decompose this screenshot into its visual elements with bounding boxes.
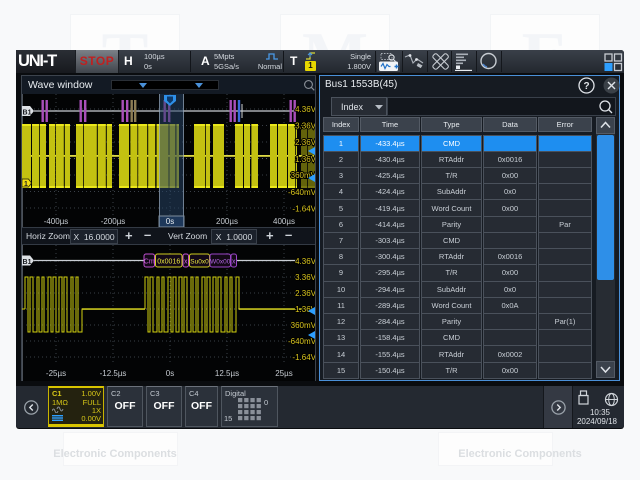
svg-text:-200µs: -200µs <box>101 217 126 226</box>
svg-text:-25µs: -25µs <box>46 369 66 378</box>
svg-text:0s: 0s <box>166 217 174 226</box>
svg-text:0x0016: 0x0016 <box>157 259 180 266</box>
svg-text:200µs: 200µs <box>216 217 238 226</box>
svg-text:x: x <box>232 259 236 266</box>
svg-text:W0x00: W0x00 <box>210 259 231 266</box>
svg-text:12.5µs: 12.5µs <box>215 369 239 378</box>
svg-text:-400µs: -400µs <box>44 217 69 226</box>
svg-text:1: 1 <box>24 181 28 188</box>
svg-text:-640mV: -640mV <box>288 337 315 346</box>
svg-text:400µs: 400µs <box>273 217 295 226</box>
svg-text:-12.5µs: -12.5µs <box>100 369 127 378</box>
svg-text:1.36V: 1.36V <box>295 155 315 164</box>
svg-text:3.36V: 3.36V <box>295 122 315 131</box>
svg-text:2.36V: 2.36V <box>295 289 315 298</box>
svg-text:2.36V: 2.36V <box>295 138 315 147</box>
svg-text:x: x <box>184 259 188 266</box>
svg-text:3.36V: 3.36V <box>295 273 315 282</box>
svg-text:4.36V: 4.36V <box>295 257 315 266</box>
svg-text:-1.64V: -1.64V <box>292 205 315 214</box>
svg-text:-640mV: -640mV <box>288 188 315 197</box>
svg-text:B1: B1 <box>23 110 32 117</box>
svg-text:4.36V: 4.36V <box>295 105 315 114</box>
svg-text:Cm: Cm <box>144 259 155 266</box>
svg-text:25µs: 25µs <box>275 369 293 378</box>
svg-text:Su0x0: Su0x0 <box>190 259 209 266</box>
svg-text:B1: B1 <box>23 259 32 266</box>
svg-text:0s: 0s <box>166 369 174 378</box>
svg-text:-1.64V: -1.64V <box>292 353 315 362</box>
svg-text:360mV: 360mV <box>291 321 315 330</box>
